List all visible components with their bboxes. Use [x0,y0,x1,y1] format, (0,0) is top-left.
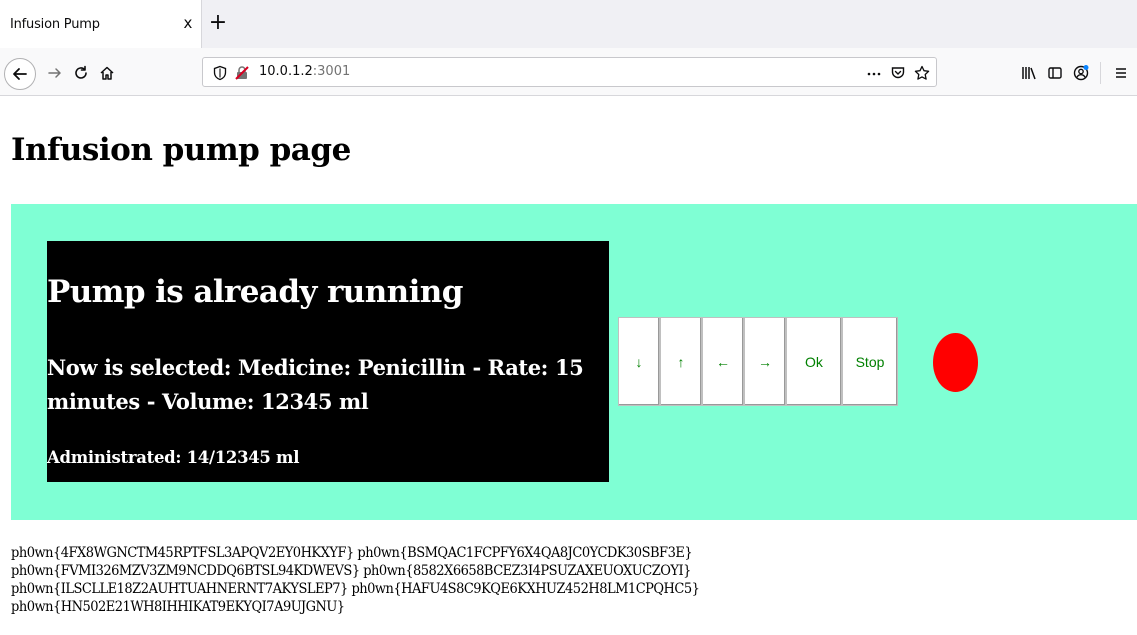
flag-line-4: ph0wn{HN502E21WH8IHHIKAT9EKYQI7A9UJGNU} [11,599,345,615]
pump-selection: Now is selected: Medicine: Penicillin - … [47,355,584,414]
home-button[interactable] [94,60,120,86]
pump-display: Pump is already running Now is selected:… [47,241,609,482]
page-title: Infusion pump page [11,132,351,168]
sidebar-button[interactable] [1042,60,1068,86]
shield-icon[interactable] [211,64,229,82]
library-button[interactable] [1016,60,1042,86]
bookmark-star-icon[interactable] [913,64,931,82]
url-bar[interactable]: 10.0.1.2:3001 [202,57,937,87]
tab-bar: Infusion Pump x + [0,0,1137,48]
menu-icon [1116,68,1126,78]
tab-close-icon[interactable]: x [180,13,196,33]
pump-controls: ↓ ↑ ← → Ok Stop [618,317,898,406]
toolbar-separator [1100,62,1101,84]
url-port: :3001 [312,64,351,79]
flag-line-1: ph0wn{4FX8WGNCTM45RPTFSL3APQV2EY0HKXYF} … [11,545,693,561]
back-button[interactable] [4,58,36,90]
home-icon [100,66,114,80]
down-button[interactable]: ↓ [618,317,660,406]
up-button[interactable]: ↑ [660,317,702,406]
tab-infusion-pump[interactable]: Infusion Pump x [0,0,202,48]
stop-button[interactable]: Stop [842,317,898,406]
account-button[interactable] [1068,60,1094,86]
left-button[interactable]: ← [702,317,744,406]
right-button[interactable]: → [744,317,786,406]
menu-button[interactable] [1108,60,1134,86]
pocket-icon[interactable] [889,64,907,82]
url-text[interactable]: 10.0.1.2:3001 [259,64,350,79]
flag-line-2: ph0wn{FVMI326MZV3ZM9NCDDQ6BTSL94KDWEVS} … [11,563,691,579]
account-icon [1073,65,1089,81]
more-icon[interactable] [865,64,883,82]
tab-title: Infusion Pump [10,17,100,32]
flag-line-3: ph0wn{ILSCLLE18Z2AUHTUAHNERNT7AKYSLEP7} … [11,581,700,597]
pump-administrated: Administrated: 14/12345 ml [47,448,300,467]
pump-status: Pump is already running [47,274,463,310]
new-tab-button[interactable]: + [206,12,230,36]
forward-button[interactable] [42,60,68,86]
sidebar-icon [1048,67,1062,79]
insecure-lock-icon[interactable] [233,64,251,82]
library-icon [1022,67,1036,80]
flags-text: ph0wn{4FX8WGNCTM45RPTFSL3APQV2EY0HKXYF} … [11,544,1053,616]
forward-icon [48,68,61,78]
reload-button[interactable] [68,60,94,86]
ok-button[interactable]: Ok [786,317,842,406]
status-indicator-light [933,333,978,392]
reload-icon [75,65,87,79]
back-icon [13,68,27,80]
url-host: 10.0.1.2 [259,64,313,79]
